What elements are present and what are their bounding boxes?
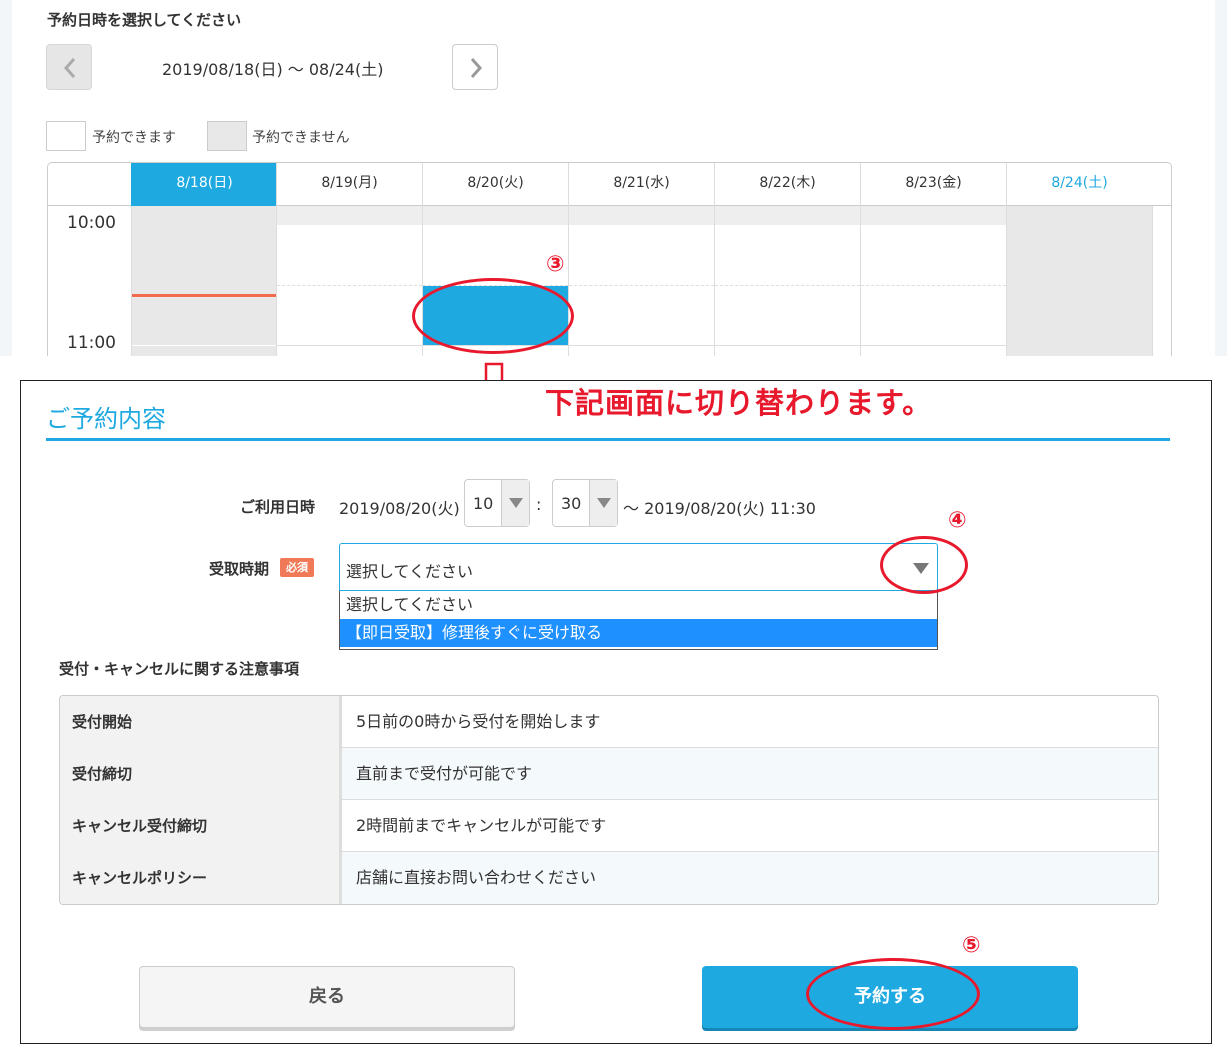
step-3-marker: ③ bbox=[546, 252, 565, 277]
pickup-selected-value: 選択してください bbox=[346, 562, 474, 581]
day-header-0823[interactable]: 8/23(金) bbox=[860, 163, 1006, 206]
next-week-button[interactable] bbox=[452, 44, 498, 90]
calendar-header: 8/18(日) 8/19(月) 8/20(火) 8/21(水) 8/22(木) … bbox=[48, 163, 1171, 206]
required-badge: 必須 bbox=[280, 558, 314, 577]
reservation-title: ご予約内容 bbox=[46, 405, 166, 433]
step-5-marker: ⑤ bbox=[962, 933, 981, 958]
notes-value: 店舗に直接お問い合わせください bbox=[356, 868, 597, 887]
time-label-1000: 10:00 bbox=[67, 213, 116, 233]
day-header-0821[interactable]: 8/21(水) bbox=[568, 163, 714, 206]
triangle-down-icon bbox=[597, 498, 611, 508]
slot-unavailable bbox=[423, 206, 568, 225]
legend-unavailable-swatch bbox=[207, 121, 247, 151]
chevron-right-icon bbox=[470, 58, 483, 78]
notes-title: 受付・キャンセルに関する注意事項 bbox=[59, 660, 300, 678]
transition-banner: 下記画面に切り替わります。 bbox=[545, 386, 933, 420]
table-row: 受付締切 直前まで受付が可能です bbox=[60, 748, 1158, 800]
usage-end-datetime: ～ 2019/08/20(火) 11:30 bbox=[623, 499, 816, 518]
usage-datetime-label: ご利用日時 bbox=[239, 498, 315, 516]
step-4-marker: ④ bbox=[948, 508, 967, 533]
notes-label: キャンセル受付締切 bbox=[60, 800, 342, 852]
notes-table: 受付開始 5日前の0時から受付を開始します 受付締切 直前まで受付が可能です キ… bbox=[59, 695, 1159, 905]
notes-value: 直前まで受付が可能です bbox=[356, 764, 533, 783]
reservation-panel: ご予約内容 ご利用日時 2019/08/20(火) 10 : 30 ～ 2019… bbox=[20, 380, 1212, 1044]
time-label-1100: 11:00 bbox=[67, 333, 116, 353]
minute-select[interactable]: 30 bbox=[552, 479, 618, 527]
reserve-button[interactable]: 予約する bbox=[702, 966, 1078, 1028]
legend-available-label: 予約できます bbox=[92, 130, 176, 146]
hour-select[interactable]: 10 bbox=[464, 479, 530, 527]
pickup-timing-select[interactable]: 選択してください bbox=[339, 543, 938, 591]
minute-value: 30 bbox=[561, 494, 582, 513]
legend-available-swatch bbox=[46, 121, 86, 151]
page-margin-right bbox=[1215, 0, 1227, 356]
back-button[interactable]: 戻る bbox=[139, 966, 515, 1028]
page-margin-left bbox=[0, 0, 12, 356]
notes-label: キャンセルポリシー bbox=[60, 852, 342, 904]
title-divider bbox=[46, 438, 1170, 441]
slot-unavailable bbox=[569, 206, 714, 225]
slot-unavailable bbox=[277, 206, 422, 225]
calendar-title: 予約日時を選択してください bbox=[47, 11, 242, 29]
day-column-0819 bbox=[276, 206, 422, 356]
pickup-options-list: 選択してください 【即日受取】修理後すぐに受け取る bbox=[339, 591, 938, 650]
day-column-0822 bbox=[714, 206, 860, 356]
day-header-0822[interactable]: 8/22(木) bbox=[714, 163, 860, 206]
hour-value: 10 bbox=[473, 494, 494, 513]
calendar-scroll-gutter bbox=[1152, 206, 1171, 356]
calendar-panel: 予約日時を選択してください 2019/08/18(日) ～ 08/24(土) 予… bbox=[0, 0, 1227, 356]
day-column-0824 bbox=[1006, 206, 1152, 356]
day-header-0824[interactable]: 8/24(土) bbox=[1006, 163, 1152, 206]
notes-label: 受付締切 bbox=[60, 748, 342, 800]
pickup-option[interactable]: 選択してください bbox=[340, 591, 937, 619]
pickup-option-highlighted[interactable]: 【即日受取】修理後すぐに受け取る bbox=[340, 619, 937, 647]
legend-unavailable-label: 予約できません bbox=[252, 130, 350, 146]
notes-value: 5日前の0時から受付を開始します bbox=[356, 712, 601, 731]
day-column-0820 bbox=[422, 206, 568, 356]
usage-start-date: 2019/08/20(火) bbox=[339, 499, 460, 518]
day-column-0823 bbox=[860, 206, 1006, 356]
table-row: キャンセルポリシー 店舗に直接お問い合わせください bbox=[60, 852, 1158, 904]
triangle-down-icon bbox=[509, 498, 523, 508]
chevron-left-icon bbox=[63, 58, 76, 78]
current-time-line bbox=[132, 294, 277, 297]
triangle-down-icon bbox=[913, 563, 929, 574]
day-header-0818[interactable]: 8/18(日) bbox=[131, 163, 277, 206]
day-header-0819[interactable]: 8/19(月) bbox=[276, 163, 422, 206]
pickup-timing-label: 受取時期 bbox=[208, 560, 269, 578]
day-column-0818 bbox=[131, 206, 277, 356]
table-row: 受付開始 5日前の0時から受付を開始します bbox=[60, 696, 1158, 748]
time-separator: : bbox=[536, 495, 542, 514]
day-column-0821 bbox=[568, 206, 714, 356]
slot-unavailable bbox=[715, 206, 860, 225]
slot-unavailable bbox=[861, 206, 1006, 225]
notes-value: 2時間前までキャンセルが可能です bbox=[356, 816, 607, 835]
notes-label: 受付開始 bbox=[60, 696, 342, 748]
day-header-0820[interactable]: 8/20(火) bbox=[422, 163, 568, 206]
selected-time-slot[interactable] bbox=[423, 286, 568, 346]
prev-week-button[interactable] bbox=[46, 44, 92, 90]
week-range: 2019/08/18(日) ～ 08/24(土) bbox=[162, 60, 384, 79]
table-row: キャンセル受付締切 2時間前までキャンセルが可能です bbox=[60, 800, 1158, 852]
calendar-grid: 8/18(日) 8/19(月) 8/20(火) 8/21(水) 8/22(木) … bbox=[47, 162, 1172, 356]
